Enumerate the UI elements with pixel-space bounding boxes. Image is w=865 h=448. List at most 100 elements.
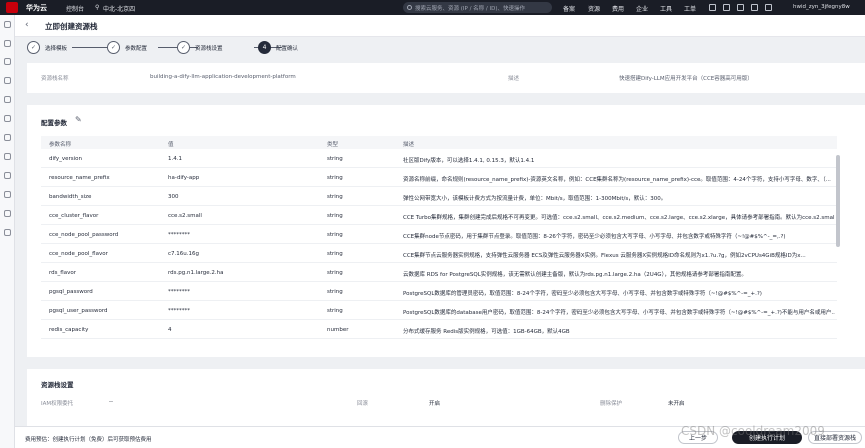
step-label: 选择模板 bbox=[45, 45, 68, 52]
stack-name-value: building-a-dify-llm-application-developm… bbox=[150, 74, 296, 80]
params-table: 参数名称 值 类型 描述 dify_version 1.4.1 string 社区版D… bbox=[41, 136, 837, 339]
anchor-icon[interactable] bbox=[4, 191, 11, 198]
console-link[interactable]: 控制台 bbox=[66, 4, 84, 13]
section-title: 配置参数 bbox=[41, 119, 67, 127]
table-row: cce_cluster_flavor cce.s2.small string CCE … bbox=[41, 206, 837, 225]
param-type: string bbox=[327, 308, 343, 314]
storage-icon[interactable] bbox=[4, 134, 11, 141]
param-desc: PostgreSQL数据库的管理员密码，取值范围：8-24个字符，密码至少必须包… bbox=[403, 291, 762, 297]
rollback-value: 开启 bbox=[429, 401, 441, 407]
step-connector bbox=[72, 47, 112, 48]
param-type: string bbox=[327, 194, 343, 200]
cloud-icon[interactable] bbox=[4, 58, 11, 65]
param-value: ha-dify-app bbox=[168, 175, 200, 181]
edit-pencil-icon[interactable]: ✎ bbox=[75, 115, 82, 124]
param-name: cce_node_pool_password bbox=[49, 232, 119, 238]
param-value: ******** bbox=[168, 308, 190, 314]
table-row: pgsql_password ******** string PostgreSQL数据… bbox=[41, 282, 837, 301]
param-desc: PostgreSQL数据库的database用户密码，取值范围：8-24个字符，… bbox=[403, 310, 835, 316]
column-header-value: 值 bbox=[168, 142, 174, 148]
nav-ticket[interactable]: 工单 bbox=[684, 4, 696, 13]
param-desc: 弹性公网带宽大小，该模板计费方式为按流量计费，单位：Mbit/s，取值范围：1-… bbox=[403, 196, 667, 202]
app-icon[interactable] bbox=[4, 210, 11, 217]
step-label: 参数配置 bbox=[125, 45, 148, 52]
param-name: redis_capacity bbox=[49, 327, 89, 333]
nav-filing[interactable]: 备案 bbox=[563, 4, 575, 13]
param-type: string bbox=[327, 270, 343, 276]
param-desc: CCE集群node节点密码，用于集群节点登录。取值范围：8-26个字符，密码至少… bbox=[403, 234, 786, 240]
server-icon[interactable] bbox=[4, 77, 11, 84]
param-name: resource_name_prefix bbox=[49, 175, 110, 181]
wizard-steps: ✓ 选择模板 ✓ 参数配置 ✓ 资源栈设置 4 配置确认 bbox=[27, 41, 865, 59]
step-label: 资源栈设置 bbox=[195, 45, 223, 52]
iam-label: IAM权限委托 bbox=[41, 401, 74, 407]
nav-enterprise[interactable]: 企业 bbox=[636, 4, 648, 13]
language-icon[interactable] bbox=[737, 4, 744, 11]
column-header-desc: 描述 bbox=[403, 142, 415, 148]
monitor-icon[interactable] bbox=[4, 172, 11, 179]
param-name: cce_node_pool_flavor bbox=[49, 251, 108, 257]
huawei-logo-icon[interactable] bbox=[6, 2, 18, 13]
rollback-label: 回滚 bbox=[357, 401, 369, 407]
global-search-input[interactable]: 搜索云服务、资源 (IP / 名称 / ID)、快速操作 bbox=[403, 2, 552, 13]
param-value: 4 bbox=[168, 327, 172, 333]
help-icon[interactable] bbox=[723, 4, 730, 11]
step-stack-settings: ✓ 资源栈设置 bbox=[177, 41, 223, 54]
param-value: c7.16u.16g bbox=[168, 251, 199, 257]
step-confirm-config: 4 配置确认 bbox=[258, 41, 298, 54]
iam-value: -- bbox=[109, 399, 113, 405]
stack-info-card: 资源栈名称 building-a-dify-llm-application-de… bbox=[27, 63, 865, 93]
table-row: cce_node_pool_password ******** string CCE集… bbox=[41, 225, 837, 244]
param-type: string bbox=[327, 232, 343, 238]
settings-icon[interactable] bbox=[4, 229, 11, 236]
section-title: 资源栈设置 bbox=[41, 381, 74, 389]
delete-protect-label: 删除保护 bbox=[600, 401, 623, 407]
search-icon bbox=[407, 5, 412, 10]
user-account-menu[interactable]: hwid_zyn_3jfegny8w bbox=[793, 4, 850, 10]
param-value: rds.pg.n1.large.2.ha bbox=[168, 270, 224, 276]
param-desc: CCE集群节点云服务器实例规格，支持弹性云服务器 ECS及弹性云服务器X实例。F… bbox=[403, 253, 806, 259]
message-icon[interactable] bbox=[709, 4, 716, 11]
param-desc: 社区版Dify版本，可以选择1.4.1, 0.15.3，默认1.4.1 bbox=[403, 158, 535, 164]
param-type: string bbox=[327, 289, 343, 295]
network-icon[interactable] bbox=[4, 115, 11, 122]
param-name: pgsql_password bbox=[49, 289, 93, 295]
top-navigation-bar: 华为云 控制台 ⚲ 中北-北京四 搜索云服务、资源 (IP / 名称 / ID)… bbox=[0, 0, 865, 15]
table-scrollbar[interactable] bbox=[836, 155, 840, 247]
nav-resources[interactable]: 资源 bbox=[588, 4, 600, 13]
back-arrow-icon[interactable]: ‹ bbox=[25, 20, 29, 30]
left-service-rail bbox=[0, 15, 15, 448]
stack-name-label: 资源栈名称 bbox=[41, 76, 69, 82]
check-icon: ✓ bbox=[177, 41, 190, 54]
nav-billing[interactable]: 费用 bbox=[612, 4, 624, 13]
check-icon: ✓ bbox=[107, 41, 120, 54]
step-select-template: ✓ 选择模板 bbox=[27, 41, 67, 54]
brand-name[interactable]: 华为云 bbox=[26, 3, 47, 13]
menu-icon[interactable] bbox=[4, 21, 11, 28]
step-number: 4 bbox=[258, 41, 271, 54]
region-selector[interactable]: 中北-北京四 bbox=[103, 4, 135, 13]
param-value: cce.s2.small bbox=[168, 213, 202, 219]
table-row: bandwidth_size 300 string 弹性公网带宽大小，该模板计费方式为… bbox=[41, 187, 837, 206]
notification-icon[interactable] bbox=[765, 4, 772, 11]
database-icon[interactable] bbox=[4, 96, 11, 103]
param-value: ******** bbox=[168, 289, 190, 295]
security-icon[interactable] bbox=[4, 153, 11, 160]
param-desc: 资源名称前缀，命名规则(resource_name_prefix)-资源英文名称… bbox=[403, 177, 831, 183]
param-name: rds_flavor bbox=[49, 270, 76, 276]
delete-protect-value: 未开启 bbox=[668, 401, 685, 407]
param-name: pgsql_user_password bbox=[49, 308, 108, 314]
mobile-icon[interactable] bbox=[751, 4, 758, 11]
param-desc: CCE Turbo集群规格，集群创建完成后规格不可再变更。可选值：cce.s2.… bbox=[403, 215, 835, 221]
param-name: cce_cluster_flavor bbox=[49, 213, 99, 219]
param-type: string bbox=[327, 175, 343, 181]
nav-tools[interactable]: 工具 bbox=[660, 4, 672, 13]
config-params-card: 配置参数 ✎ 参数名称 值 类型 描述 dify_version 1.4.1 str… bbox=[27, 105, 865, 357]
stack-desc-value: 快速搭建Dify-LLM应用开发平台（CCE容器高可用版） bbox=[619, 76, 753, 82]
table-row: redis_capacity 4 number 分布式缓存服务 Redis版实例规格，… bbox=[41, 320, 837, 339]
column-header-type: 类型 bbox=[327, 142, 339, 148]
home-icon[interactable] bbox=[4, 40, 11, 47]
location-pin-icon: ⚲ bbox=[95, 4, 100, 11]
table-header: 参数名称 值 类型 描述 bbox=[41, 136, 837, 149]
column-header-name: 参数名称 bbox=[49, 142, 72, 148]
